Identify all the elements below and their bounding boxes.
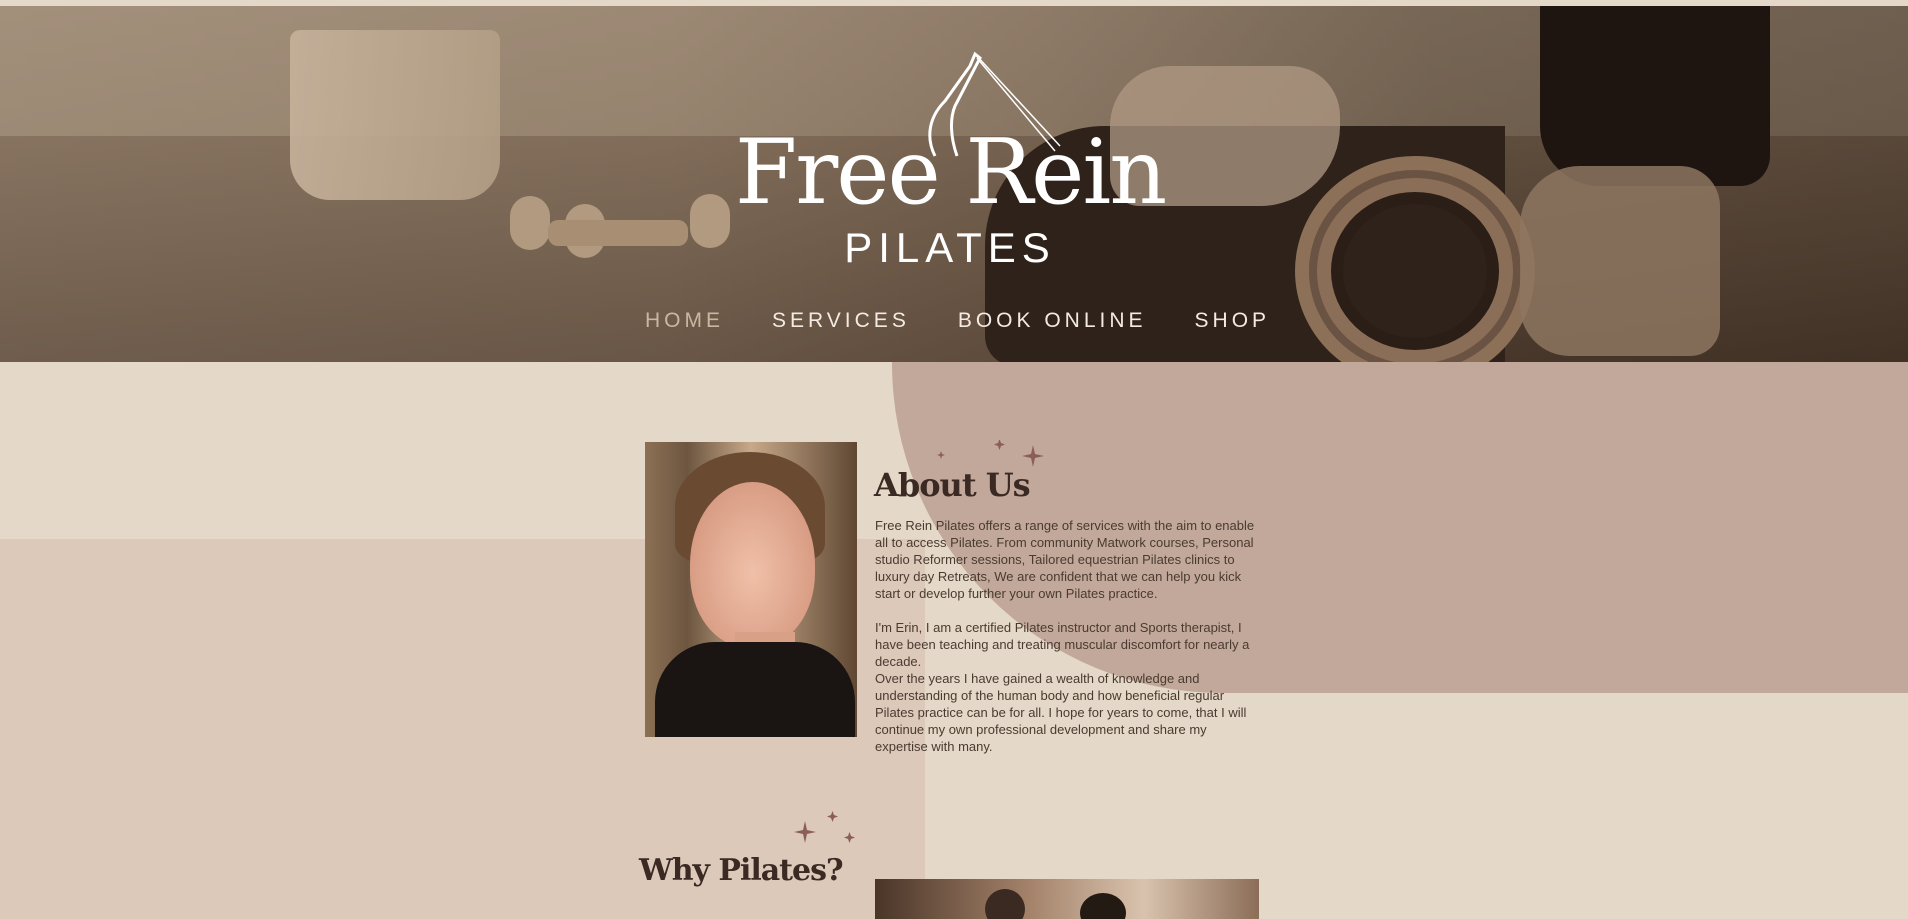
photo-person (1080, 893, 1126, 919)
nav-item-home[interactable]: HOME (645, 309, 724, 339)
about-paragraph: Free Rein Pilates offers a range of serv… (875, 518, 1255, 601)
brand-name: Free Rein (734, 120, 1167, 225)
hero-dumbbell-bar (548, 220, 688, 246)
nav-item-book-online[interactable]: BOOK ONLINE (958, 309, 1147, 339)
brand-logo[interactable]: Free Rein PILATES (680, 46, 1220, 286)
about-paragraph: Over the years I have gained a wealth of… (875, 671, 1247, 754)
hero-banner: Free Rein PILATES HOME SERVICES BOOK ONL… (0, 6, 1908, 362)
hero-dumbbell-weight (510, 196, 550, 250)
about-paragraph: I'm Erin, I am a certified Pilates instr… (875, 620, 1250, 669)
about-text: Free Rein Pilates offers a range of serv… (875, 517, 1255, 772)
why-pilates-title: Why Pilates? (639, 853, 844, 888)
hero-foot (1520, 166, 1720, 356)
photo-face (690, 482, 815, 647)
photo-body (655, 642, 855, 737)
about-title: About Us (874, 466, 1031, 504)
hero-legs (1540, 6, 1770, 186)
nav-item-shop[interactable]: SHOP (1195, 309, 1271, 339)
nav-item-services[interactable]: SERVICES (772, 309, 910, 339)
brand-subtitle: PILATES (844, 224, 1056, 271)
why-pilates-photo (875, 879, 1259, 919)
hero-plant-pot (290, 30, 500, 200)
instructor-photo (645, 442, 857, 737)
photo-person (985, 889, 1025, 919)
main-nav: HOME SERVICES BOOK ONLINE SHOP (645, 309, 1270, 339)
